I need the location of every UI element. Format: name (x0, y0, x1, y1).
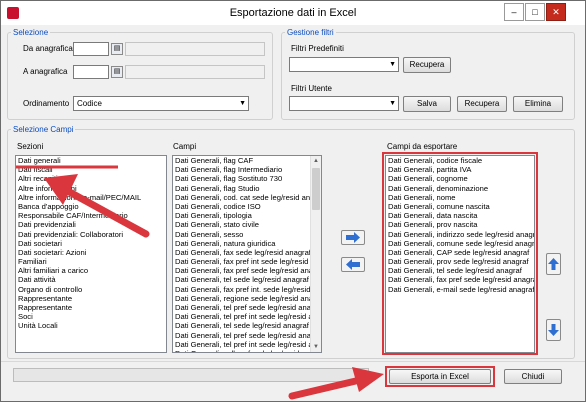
annotation-overlay (16, 165, 384, 400)
annotation-arrow-sezioni (44, 174, 150, 238)
annotation-arrow-esporta (288, 367, 384, 400)
